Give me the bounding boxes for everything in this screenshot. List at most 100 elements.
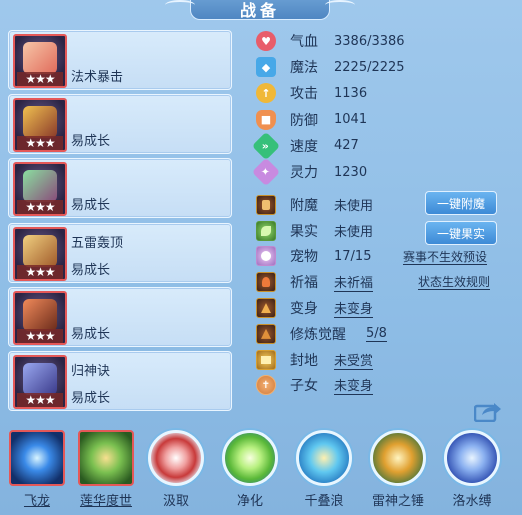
star-rating: ★★★ (17, 264, 63, 279)
skill-label: 汲取 (162, 494, 189, 509)
skill-label: 雷神之锤 (371, 494, 424, 509)
buff-row-cultivation: 修炼觉醒 5/8 (256, 321, 506, 347)
skill-icon[interactable] (222, 430, 278, 486)
buff-label: 封地 (290, 352, 318, 369)
spirit-icon: ✦ (251, 157, 281, 187)
star-rating: ★★★ (17, 328, 63, 343)
skill-icon[interactable] (148, 430, 204, 486)
stat-label: 攻击 (290, 86, 318, 103)
equipment-card[interactable]: ★★★ 五雷轰顶 易成长 (8, 222, 232, 283)
skill-feilong[interactable]: 飞龙 (6, 430, 68, 509)
bless-icon (256, 272, 276, 293)
skill-label: 净化 (236, 494, 263, 509)
equipment-icon[interactable]: ★★★ (13, 98, 67, 153)
stat-value: 427 (334, 138, 359, 154)
status-rules-link[interactable]: 状态生效规则 (418, 275, 491, 290)
equipment-trait: 易成长 (71, 134, 111, 150)
stat-label: 灵力 (290, 165, 318, 182)
equipment-card[interactable]: ★★★ 法术暴击 (8, 30, 232, 90)
pet-icon (256, 246, 276, 267)
transform-link[interactable]: 未变身 (334, 298, 374, 319)
share-icon[interactable] (474, 400, 502, 422)
cultivation-link[interactable]: 5/8 (366, 326, 387, 342)
buff-value: 17/15 (334, 248, 372, 264)
buff-value: 未使用 (334, 199, 374, 215)
one-click-fruit-button[interactable]: 一键果实 (425, 221, 497, 245)
stat-value: 3386/3386 (334, 33, 405, 49)
stats-panel: ♥ 气血 3386/3386 ◆ 魔法 2225/2225 ↑ 攻击 1136 … (251, 28, 506, 187)
stat-row-hp: ♥ 气血 3386/3386 (256, 28, 506, 54)
transform-icon (256, 298, 276, 319)
skill-lianhua[interactable]: 莲华度世 (73, 430, 139, 509)
cultivation-icon (256, 323, 276, 344)
bless-link[interactable]: 未祈福 (334, 272, 374, 293)
equipment-card[interactable]: ★★★ 易成长 (8, 94, 232, 155)
skill-icon[interactable] (9, 430, 65, 486)
equipment-icon[interactable]: ★★★ (13, 34, 67, 88)
equipment-card[interactable]: ★★★ 易成长 (8, 286, 232, 347)
skill-icon[interactable] (78, 430, 134, 486)
skill-icon[interactable] (296, 430, 352, 486)
equipment-icon[interactable]: ★★★ (13, 290, 67, 345)
mana-icon: ◆ (256, 57, 276, 78)
star-rating: ★★★ (17, 200, 63, 215)
fief-link[interactable]: 未受赏 (334, 350, 374, 370)
buff-label: 附魔 (290, 197, 318, 214)
equipment-trait: 法术暴击 (71, 70, 124, 85)
skill-bar: 飞龙 莲华度世 汲取 净化 千叠浪 雷神之锤 洛水缚 (0, 430, 522, 515)
skill-qiandielang[interactable]: 千叠浪 (293, 430, 355, 509)
title-ornament-right (325, 0, 355, 10)
stat-label: 防御 (290, 112, 318, 129)
equipment-skill: 五雷轰顶 (71, 235, 124, 251)
buff-row-children: ✝ 子女 未变身 (256, 373, 506, 399)
stat-value: 1230 (334, 164, 368, 180)
buff-row-fief: 封地 未受赏 (256, 347, 506, 373)
stat-row-speed: » 速度 427 (251, 131, 506, 160)
skill-luoshui[interactable]: 洛水缚 (441, 430, 503, 509)
stat-value: 1136 (334, 85, 368, 101)
buff-label: 变身 (290, 301, 318, 318)
panel-title-text: 战备 (239, 0, 280, 20)
stat-row-mp: ◆ 魔法 2225/2225 (256, 54, 506, 80)
attack-icon: ↑ (256, 83, 276, 104)
fruit-icon (256, 220, 276, 241)
speed-icon: » (251, 131, 281, 160)
stat-value: 2225/2225 (334, 59, 405, 75)
star-rating: ★★★ (17, 72, 63, 86)
equipment-icon[interactable]: ★★★ (13, 226, 67, 281)
children-link[interactable]: 未变身 (334, 375, 374, 396)
stat-row-attack: ↑ 攻击 1136 (256, 80, 506, 106)
fief-icon (256, 349, 276, 370)
buff-label: 果实 (290, 223, 318, 240)
skill-jiqu[interactable]: 汲取 (145, 430, 207, 509)
skill-label: 洛水缚 (452, 494, 492, 509)
stat-label: 速度 (290, 138, 318, 155)
star-rating: ★★★ (17, 136, 63, 151)
equipment-icon[interactable]: ★★★ (13, 162, 67, 217)
buff-label: 宠物 (290, 249, 318, 266)
star-rating: ★★★ (17, 392, 63, 407)
season-preset-link[interactable]: 赛事不生效预设 (403, 250, 488, 265)
skill-jinghua[interactable]: 净化 (219, 430, 281, 509)
skill-icon[interactable] (444, 430, 500, 486)
equipment-list: ★★★ 法术暴击 ★★★ 易成长 ★★★ 易成长 ★★★ 五雷轰顶 易成长 ★★… (8, 30, 232, 415)
one-click-enchant-button[interactable]: 一键附魔 (425, 191, 497, 215)
heart-icon: ♥ (256, 31, 276, 52)
buff-row-transform: 变身 未变身 (256, 295, 506, 321)
enchant-icon (256, 194, 276, 215)
equipment-skill: 归神诀 (71, 363, 111, 379)
equipment-trait: 易成长 (71, 262, 111, 278)
stat-row-defense: ■ 防御 1041 (256, 107, 506, 133)
defense-icon: ■ (256, 109, 276, 130)
panel-title: 战备 (165, 0, 355, 20)
skill-label: 千叠浪 (304, 494, 344, 509)
buff-value: 未使用 (334, 225, 374, 241)
skill-icon[interactable] (370, 430, 426, 486)
children-icon: ✝ (256, 375, 276, 396)
equipment-icon[interactable]: ★★★ (13, 354, 67, 409)
equipment-trait: 易成长 (71, 326, 111, 342)
skill-label: 飞龙 (23, 494, 50, 509)
equipment-card[interactable]: ★★★ 易成长 (8, 158, 232, 219)
skill-leishen[interactable]: 雷神之锤 (366, 430, 430, 509)
equipment-card[interactable]: ★★★ 归神诀 易成长 (8, 350, 232, 411)
